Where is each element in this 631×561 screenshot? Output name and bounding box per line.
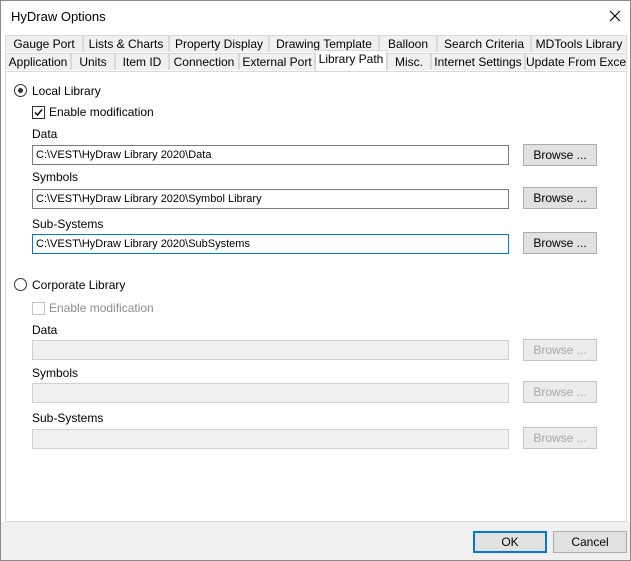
tab-search-criteria[interactable]: Search Criteria xyxy=(437,35,531,52)
local-data-path-input[interactable]: C:\VEST\HyDraw Library 2020\Data xyxy=(32,145,509,165)
local-enable-mod-label: Enable modification xyxy=(49,105,154,119)
corporate-library-radio[interactable] xyxy=(14,278,27,291)
close-button[interactable] xyxy=(600,1,630,31)
local-library-label: Local Library xyxy=(32,84,101,98)
corporate-data-label: Data xyxy=(32,323,58,337)
local-data-label: Data xyxy=(32,127,58,141)
options-dialog: HyDraw Options Gauge Port Lists & Charts… xyxy=(0,0,631,561)
local-symbols-browse-button[interactable]: Browse ... xyxy=(523,187,597,209)
corporate-subsystems-browse-button[interactable]: Browse ... xyxy=(523,427,597,449)
tab-lists-charts[interactable]: Lists & Charts xyxy=(83,35,169,52)
corporate-enable-mod-label: Enable modification xyxy=(49,301,154,315)
dialog-footer: OK Cancel xyxy=(1,522,630,560)
tab-units[interactable]: Units xyxy=(71,53,115,70)
tab-internet-settings[interactable]: Internet Settings xyxy=(431,53,525,70)
tab-external-port[interactable]: External Port xyxy=(239,53,315,70)
radio-selected-dot xyxy=(18,88,23,93)
corporate-subsystems-label: Sub-Systems xyxy=(32,411,104,425)
corporate-data-path-input[interactable] xyxy=(32,340,509,360)
cancel-button[interactable]: Cancel xyxy=(553,531,627,553)
tab-mdtools-library[interactable]: MDTools Library xyxy=(531,35,627,52)
tab-update-from-excel[interactable]: Update From Excel xyxy=(525,53,627,70)
local-enable-mod-checkbox[interactable] xyxy=(32,106,45,119)
tab-library-path[interactable]: Library Path xyxy=(315,50,387,71)
tab-connection[interactable]: Connection xyxy=(169,53,239,70)
corporate-symbols-label: Symbols xyxy=(32,366,79,380)
tab-property-display[interactable]: Property Display xyxy=(169,35,269,52)
ok-button[interactable]: OK xyxy=(473,531,547,553)
tab-misc[interactable]: Misc. xyxy=(387,53,431,70)
library-path-panel xyxy=(5,71,627,522)
tab-application[interactable]: Application xyxy=(5,53,71,70)
close-icon xyxy=(609,10,621,22)
local-library-radio[interactable] xyxy=(14,84,27,97)
tab-balloon[interactable]: Balloon xyxy=(379,35,437,52)
local-subsystems-browse-button[interactable]: Browse ... xyxy=(523,232,597,254)
local-subsystems-label: Sub-Systems xyxy=(32,217,104,231)
local-data-browse-button[interactable]: Browse ... xyxy=(523,144,597,166)
local-subsystems-path-input[interactable]: C:\VEST\HyDraw Library 2020\SubSystems xyxy=(32,234,509,254)
tab-item-id[interactable]: Item ID xyxy=(115,53,169,70)
window-title: HyDraw Options xyxy=(11,9,106,24)
checkmark-icon xyxy=(34,109,43,117)
corporate-symbols-browse-button[interactable]: Browse ... xyxy=(523,381,597,403)
corporate-subsystems-path-input[interactable] xyxy=(32,429,509,449)
corporate-library-label: Corporate Library xyxy=(32,278,126,292)
corporate-data-browse-button[interactable]: Browse ... xyxy=(523,339,597,361)
local-symbols-path-input[interactable]: C:\VEST\HyDraw Library 2020\Symbol Libra… xyxy=(32,189,509,209)
title-bar: HyDraw Options xyxy=(1,1,630,31)
tab-gauge-port[interactable]: Gauge Port xyxy=(5,35,83,52)
corporate-enable-mod-checkbox[interactable] xyxy=(32,302,45,315)
corporate-symbols-path-input[interactable] xyxy=(32,383,509,403)
local-symbols-label: Symbols xyxy=(32,170,79,184)
